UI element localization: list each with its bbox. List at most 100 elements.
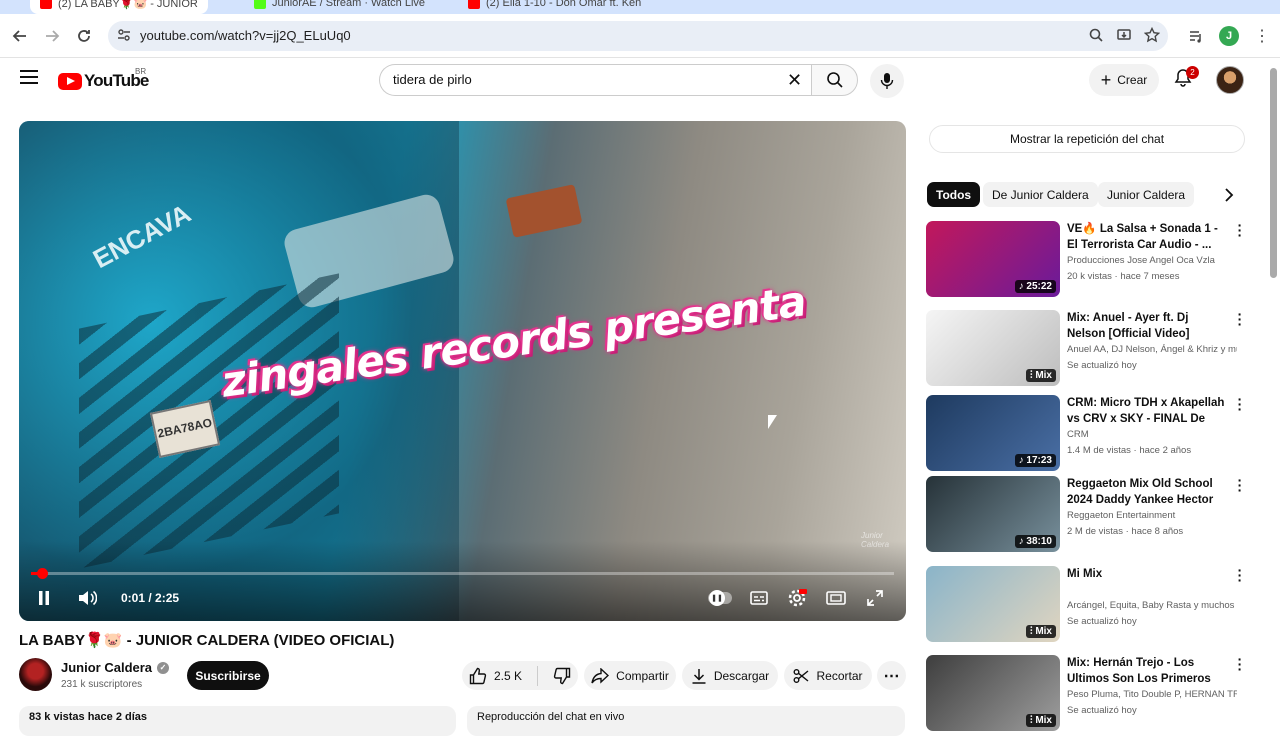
more-options-icon[interactable]: · · · (1236, 307, 1244, 331)
recommendation-title[interactable]: Mix: Hernán Trejo - Los Ultimos Son Los … (1067, 655, 1227, 687)
clip-label: Recortar (816, 668, 863, 683)
thumbs-down-icon (553, 667, 571, 684)
more-options-icon[interactable]: · · · (1236, 218, 1244, 242)
volume-icon[interactable] (75, 587, 99, 609)
create-button[interactable]: + Crear (1089, 64, 1159, 96)
live-chat-replay-box[interactable]: Reproducción del chat en vivo (467, 706, 905, 736)
media-controls-icon[interactable] (1186, 26, 1206, 46)
fullscreen-icon[interactable] (864, 587, 886, 609)
recommendation-item[interactable]: ♪ 25:22 VE🔥 La Salsa + Sonada 1 -El Terro… (926, 218, 1248, 297)
dislike-button[interactable] (553, 667, 571, 685)
browser-tab[interactable]: JuniorAE / Stream · Watch Live (254, 0, 425, 14)
subscribe-button[interactable]: Suscribirse (187, 661, 269, 690)
like-dislike-pill: 2.5 K (462, 661, 578, 690)
recommendation-title[interactable]: Mix: Anuel - Ayer ft. Dj Nelson [Officia… (1067, 310, 1227, 342)
url-text[interactable]: youtube.com/watch?v=jj2Q_ELuUq0 (140, 28, 351, 43)
reload-icon[interactable] (72, 24, 96, 48)
browser-tab-active[interactable]: (2) LA BABY🌹🐷 - JUNIOR (30, 0, 208, 14)
more-actions-icon[interactable]: ⋯ (877, 661, 906, 690)
recommendation-item[interactable]: ♪ 38:10 Reggaeton Mix Old School 2024 Dad… (926, 473, 1248, 552)
voice-search-button[interactable] (870, 64, 904, 98)
recommendation-channel[interactable]: Peso Pluma, Tito Double P, HERNAN TRE... (1067, 689, 1237, 700)
install-app-icon[interactable] (1116, 27, 1132, 48)
more-options-icon[interactable]: · · · (1236, 652, 1244, 676)
recommendation-item[interactable]: ⫶ Mix Mix: Anuel - Ayer ft. Dj Nelson [Of… (926, 307, 1248, 386)
search-button[interactable] (811, 64, 858, 96)
share-button[interactable]: Compartir (584, 661, 676, 690)
mouse-cursor (768, 415, 777, 429)
browser-tab-strip: (2) LA BABY🌹🐷 - JUNIOR JuniorAE / Stream… (0, 0, 1280, 14)
browser-tab[interactable]: (2) Ella 1-10 - Don Omar ft. Ken (468, 0, 641, 14)
share-arrow-icon (591, 667, 610, 684)
video-thumbnail[interactable]: ⫶ Mix (926, 310, 1060, 386)
recommendation-channel[interactable]: Reggaeton Entertainment (1067, 510, 1237, 521)
recommendation-channel[interactable]: Anuel AA, DJ Nelson, Ángel & Khriz y mu.… (1067, 344, 1237, 355)
video-thumbnail[interactable]: ♪ 25:22 (926, 221, 1060, 297)
recommendation-title[interactable]: Reggaeton Mix Old School 2024 Daddy Yank… (1067, 476, 1227, 508)
browser-menu-icon[interactable]: ⋮ (1252, 26, 1272, 46)
profile-avatar[interactable]: J (1219, 26, 1239, 46)
chip-from-channel[interactable]: De Junior Caldera (983, 182, 1098, 207)
recommendation-title[interactable]: VE🔥 La Salsa + Sonada 1 -El Terrorista C… (1067, 221, 1227, 253)
search-query-text[interactable]: tidera de pirlo (393, 72, 472, 87)
progress-scrubber[interactable] (37, 568, 49, 579)
description-box[interactable]: 83 k vistas hace 2 días (19, 706, 456, 736)
duration-badge: ♪ 38:10 (1014, 535, 1056, 548)
recommendation-meta: 2 M de vistas · hace 8 años (1067, 526, 1184, 537)
channel-name-text[interactable]: Junior Caldera (61, 660, 152, 675)
back-arrow-icon[interactable] (8, 24, 32, 48)
download-button[interactable]: Descargar (682, 661, 778, 690)
like-count: 2.5 K (493, 668, 523, 683)
more-options-icon[interactable]: · · · (1236, 563, 1244, 587)
video-thumbnail[interactable]: ⫶ Mix (926, 566, 1060, 642)
subtitles-icon[interactable] (748, 587, 770, 609)
kick-favicon-icon (254, 0, 266, 9)
recommendation-channel[interactable]: Arcángel, Equita, Baby Rasta y muchos ..… (1067, 600, 1237, 611)
video-thumbnail[interactable]: ♪ 17:23 (926, 395, 1060, 471)
forward-arrow-icon[interactable] (40, 24, 64, 48)
chip-junior-caldera[interactable]: Junior Caldera (1098, 182, 1195, 207)
recommendation-title[interactable]: Mi Mix (1067, 566, 1227, 582)
country-code: BR (135, 67, 147, 76)
recommendation-meta: Se actualizó hoy (1067, 705, 1137, 716)
youtube-favicon-icon (40, 0, 52, 9)
like-button[interactable]: 2.5 K (469, 667, 522, 685)
clear-search-icon[interactable]: ✕ (787, 70, 802, 91)
settings-gear-icon[interactable] (786, 587, 808, 609)
recommendation-channel[interactable]: Producciones Jose Angel Oca Vzla (1067, 255, 1237, 266)
recommendation-item[interactable]: ♪ 17:23 CRM: Micro TDH x Akapellah vs CRV… (926, 392, 1248, 471)
plus-icon: + (1100, 70, 1112, 90)
youtube-logo[interactable]: YouTube BR (58, 67, 149, 91)
channel-avatar[interactable] (19, 658, 52, 691)
page-scrollbar[interactable] (1270, 68, 1277, 278)
chat-replay-header: Reproducción del chat en vivo (477, 711, 625, 723)
channel-name[interactable]: Junior Caldera ✓ (61, 660, 170, 675)
show-chat-replay-button[interactable]: Mostrar la repetición del chat (929, 125, 1245, 153)
video-player[interactable]: ENCAVA 2BA78AO zingales records presenta… (19, 121, 906, 621)
theater-mode-icon[interactable] (825, 587, 847, 609)
account-avatar[interactable] (1216, 66, 1244, 94)
search-input[interactable]: tidera de pirlo ✕ (379, 64, 811, 96)
duration-badge: ♪ 17:23 (1014, 454, 1056, 467)
pause-icon[interactable] (33, 587, 55, 609)
recommendation-meta: Se actualizó hoy (1067, 616, 1137, 627)
site-info-icon[interactable] (117, 28, 131, 47)
menu-hamburger-icon[interactable] (20, 70, 38, 86)
video-thumbnail[interactable]: ♪ 38:10 (926, 476, 1060, 552)
thumbs-up-icon (469, 667, 487, 684)
chevron-right-icon[interactable] (1218, 184, 1240, 206)
bookmark-star-icon[interactable] (1143, 26, 1161, 48)
clip-button[interactable]: Recortar (784, 661, 872, 690)
more-options-icon[interactable]: · · · (1236, 473, 1244, 497)
chip-all[interactable]: Todos (927, 182, 981, 207)
autoplay-toggle[interactable]: ❚❚ (707, 587, 733, 609)
address-bar[interactable]: youtube.com/watch?v=jj2Q_ELuUq0 (108, 21, 1168, 51)
zoom-icon[interactable] (1088, 27, 1104, 48)
recommendation-item[interactable]: ⫶ Mix Mi Mix Arcángel, Equita, Baby Rasta … (926, 563, 1248, 642)
recommendation-title[interactable]: CRM: Micro TDH x Akapellah vs CRV x SKY … (1067, 395, 1227, 427)
more-options-icon[interactable]: · · · (1236, 392, 1244, 416)
recommendation-channel[interactable]: CRM (1067, 429, 1237, 440)
progress-bar[interactable] (31, 568, 894, 579)
subscriber-count: 231 k suscriptores (61, 679, 143, 690)
recommendation-meta: 1.4 M de vistas · hace 2 años (1067, 445, 1192, 456)
